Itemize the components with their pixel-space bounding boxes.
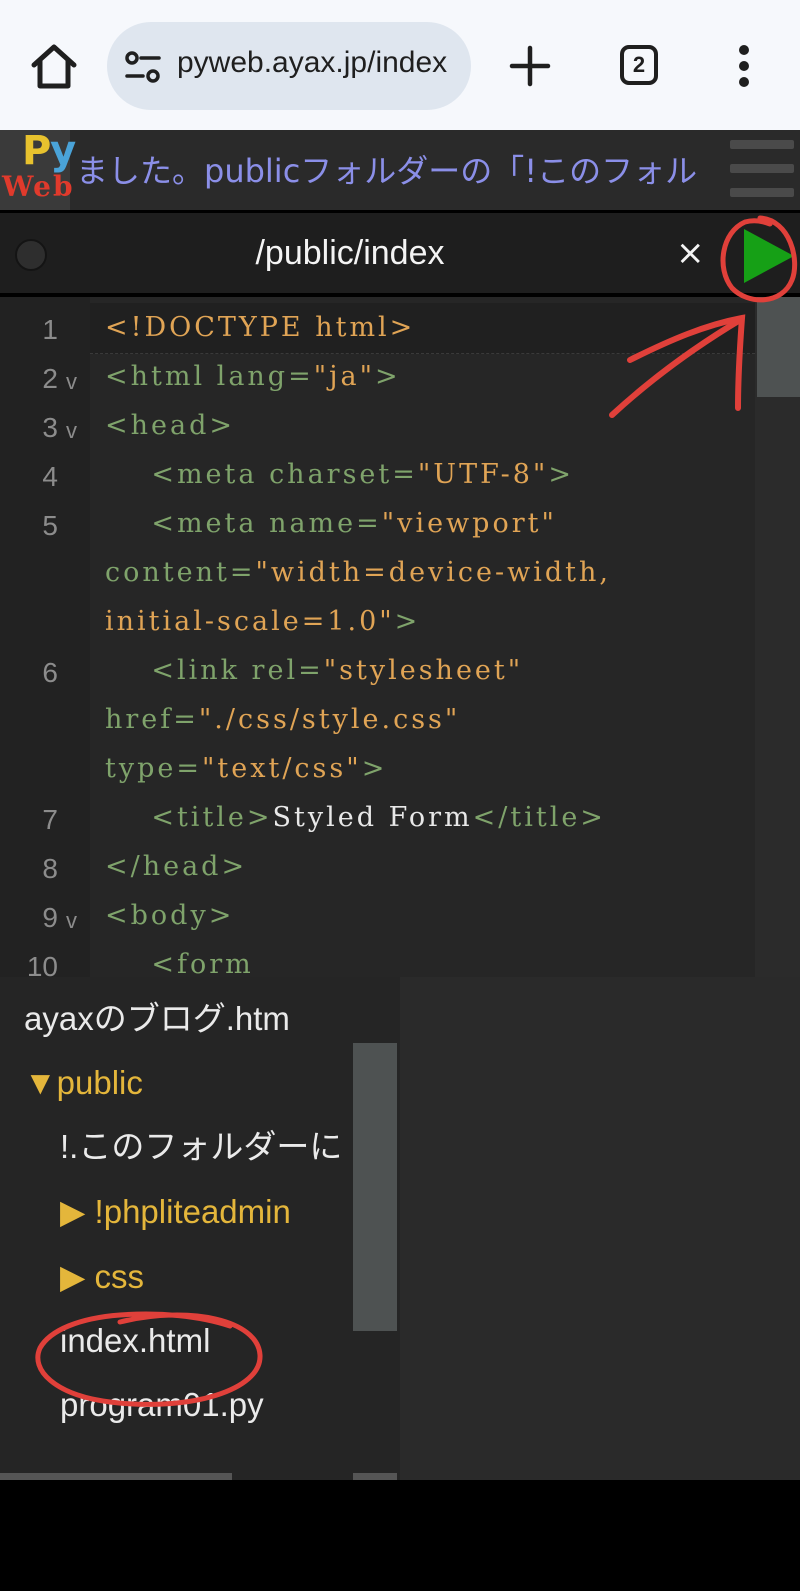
line-number: 9 bbox=[42, 902, 58, 933]
url-text[interactable]: pyweb.ayax.jp/index bbox=[177, 46, 447, 80]
more-vert-icon[interactable] bbox=[736, 44, 752, 88]
fold-chevron-icon[interactable]: v bbox=[66, 406, 77, 456]
home-icon[interactable] bbox=[28, 40, 80, 92]
line-number: 5 bbox=[42, 510, 58, 541]
code-line-4: <meta charset="UTF-8"> bbox=[105, 459, 574, 490]
editor-tab-bar: /public/index × bbox=[0, 211, 800, 295]
editor-scrollbar-thumb[interactable] bbox=[757, 297, 800, 397]
fold-chevron-icon[interactable]: v bbox=[66, 896, 77, 946]
line-number: 3 bbox=[42, 412, 58, 443]
hamburger-icon[interactable] bbox=[726, 134, 800, 204]
folder-item-phpliteadmin[interactable]: ▶ !phpliteadmin bbox=[60, 1190, 291, 1234]
logo-py: Py bbox=[22, 128, 76, 174]
code-line-7: <title>Styled Form</title> bbox=[105, 802, 606, 833]
folder-item-css[interactable]: ▶ css bbox=[60, 1255, 144, 1299]
file-tree: ayaxのブログ.htm ▼public !.このフォルダーに ▶ !phpli… bbox=[0, 977, 400, 1480]
code-line-10: <form bbox=[105, 949, 254, 977]
line-number: 1 bbox=[42, 314, 58, 345]
code-line-5-wrap-2: initial-scale=1.0"> bbox=[105, 606, 421, 637]
file-item-program01[interactable]: program01.py bbox=[60, 1383, 264, 1427]
code-line-1: <!DOCTYPE html> bbox=[105, 312, 416, 343]
app-logo[interactable]: Py Web bbox=[0, 128, 76, 210]
line-number: 7 bbox=[42, 804, 58, 835]
code-editor[interactable]: 1 2 v 3 v 4 5 6 7 8 9 v 10 <!DOCTYPE htm… bbox=[0, 297, 800, 977]
line-number-gutter: 1 2 v 3 v 4 5 6 7 8 9 v 10 bbox=[0, 297, 90, 977]
line-number: 2 bbox=[42, 363, 58, 394]
fold-chevron-icon[interactable]: v bbox=[66, 357, 77, 407]
file-item[interactable]: ayaxのブログ.htm bbox=[24, 997, 290, 1041]
folder-item-public[interactable]: ▼public bbox=[24, 1061, 143, 1105]
browser-toolbar: pyweb.ayax.jp/index 2 bbox=[0, 0, 800, 130]
file-item[interactable]: !.このフォルダーに bbox=[60, 1125, 342, 1169]
code-line-6: <link rel="stylesheet" bbox=[105, 655, 524, 686]
code-line-2: <html lang="ja"> bbox=[105, 361, 401, 392]
plus-icon[interactable] bbox=[508, 44, 552, 88]
code-line-9: <body> bbox=[105, 900, 235, 931]
code-line-6-wrap-1: href="./css/style.css" bbox=[105, 704, 461, 735]
preview-panel bbox=[400, 977, 800, 1480]
tab-count: 2 bbox=[632, 52, 646, 77]
code-line-5: <meta name="viewport" bbox=[105, 508, 557, 539]
code-content[interactable]: <!DOCTYPE html> <html lang="ja"> <head> … bbox=[105, 297, 608, 977]
code-line-8: </head> bbox=[105, 851, 248, 882]
logo-web: Web bbox=[2, 170, 75, 203]
scrolling-notice: ました。publicフォルダーの「!このフォル bbox=[76, 152, 698, 190]
code-line-6-wrap-2: type="text/css"> bbox=[105, 753, 388, 784]
code-line-5-wrap-1: content="width=device-width, bbox=[105, 557, 612, 588]
close-icon[interactable]: × bbox=[676, 231, 705, 275]
filetree-hscroll-thumb-2[interactable] bbox=[353, 1473, 397, 1480]
line-number: 4 bbox=[42, 461, 58, 492]
code-line-3: <head> bbox=[105, 410, 235, 441]
line-number: 6 bbox=[42, 657, 58, 688]
line-number: 8 bbox=[42, 853, 58, 884]
editor-scrollbar-track[interactable] bbox=[755, 297, 800, 977]
line-number: 10 bbox=[26, 951, 58, 977]
address-bar[interactable]: pyweb.ayax.jp/index bbox=[107, 22, 471, 110]
play-icon[interactable] bbox=[738, 225, 798, 287]
tune-icon[interactable] bbox=[125, 50, 161, 84]
tab-status-dot bbox=[15, 239, 47, 271]
editor-tab-title[interactable]: /public/index bbox=[200, 225, 500, 281]
file-item-index-html[interactable]: index.html bbox=[60, 1319, 210, 1363]
filetree-hscroll-thumb[interactable] bbox=[0, 1473, 232, 1480]
app-header: Py Web ました。publicフォルダーの「!このフォル bbox=[0, 128, 800, 210]
filetree-scrollbar-thumb[interactable] bbox=[353, 1043, 397, 1331]
tab-switcher-icon[interactable]: 2 bbox=[620, 45, 658, 85]
